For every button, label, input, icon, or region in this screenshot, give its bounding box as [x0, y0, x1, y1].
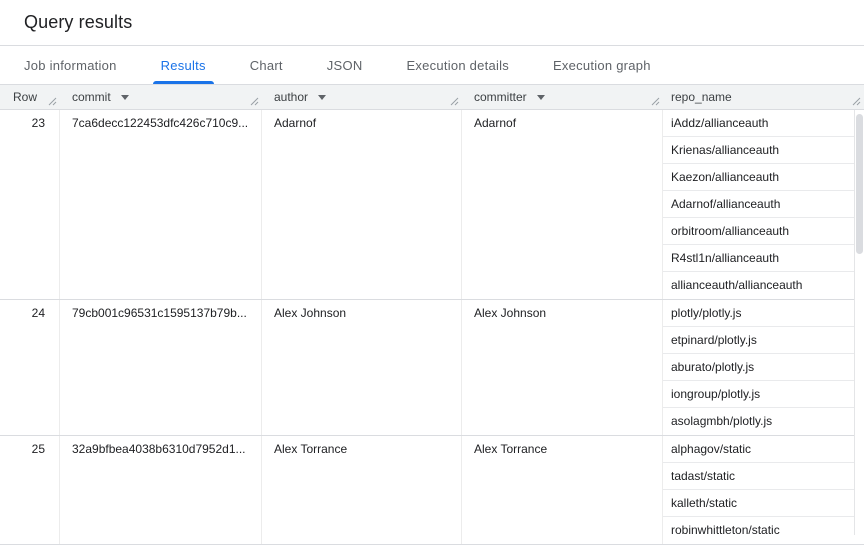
column-header-author[interactable]: author: [262, 85, 462, 109]
column-header-label: commit: [72, 90, 111, 104]
column-header-commit[interactable]: commit: [60, 85, 262, 109]
vertical-scrollbar[interactable]: [854, 110, 864, 535]
repo-name-item: allianceauth/allianceauth: [663, 272, 864, 299]
query-results-panel: Query results Job information Results Ch…: [0, 0, 864, 545]
repo-name-item: tadast/static: [663, 463, 864, 490]
page-title: Query results: [24, 12, 132, 33]
repo-name-item: Adarnof/allianceauth: [663, 191, 864, 218]
author-cell: Alex Torrance: [262, 436, 462, 544]
column-header-row[interactable]: Row: [0, 85, 60, 109]
results-table: Row commit author committer repo_name 23…: [0, 85, 864, 545]
sort-dropdown-icon[interactable]: [318, 95, 326, 100]
repo-name-item: iongroup/plotly.js: [663, 381, 864, 408]
tab-label: Chart: [250, 58, 283, 73]
repo-name-item: asolagmbh/plotly.js: [663, 408, 864, 435]
repo-name-item: plotly/plotly.js: [663, 300, 864, 327]
commit-cell: 7ca6decc122453dfc426c710c9...: [60, 110, 262, 299]
repo-name-item: etpinard/plotly.js: [663, 327, 864, 354]
repo-name-item: Krienas/allianceauth: [663, 137, 864, 164]
repo-name-item: Kaezon/allianceauth: [663, 164, 864, 191]
row-number-cell: 23: [0, 110, 60, 299]
tab-bar: Job information Results Chart JSON Execu…: [0, 46, 864, 85]
repo-name-item: iAddz/allianceauth: [663, 110, 864, 137]
repo-name-item: aburato/plotly.js: [663, 354, 864, 381]
repo-name-item: robinwhittleton/static: [663, 517, 864, 544]
column-header-label: committer: [474, 90, 527, 104]
column-resize-handle[interactable]: [250, 97, 259, 106]
repo-name-item: kalleth/static: [663, 490, 864, 517]
tab-label: Execution graph: [553, 58, 651, 73]
tab-json[interactable]: JSON: [319, 46, 371, 84]
column-header-label: Row: [13, 90, 37, 104]
table-header-row: Row commit author committer repo_name: [0, 85, 864, 110]
tab-results[interactable]: Results: [153, 46, 214, 84]
column-resize-handle[interactable]: [450, 97, 459, 106]
column-header-label: author: [274, 90, 308, 104]
column-header-repo-name[interactable]: repo_name: [663, 85, 864, 109]
tab-label: Job information: [24, 58, 117, 73]
committer-cell: Alex Johnson: [462, 300, 663, 435]
tab-label: Results: [161, 58, 206, 73]
commit-cell: 79cb001c96531c1595137b79b...: [60, 300, 262, 435]
committer-cell: Adarnof: [462, 110, 663, 299]
repo-name-item: R4stl1n/allianceauth: [663, 245, 864, 272]
author-cell: Adarnof: [262, 110, 462, 299]
scrollbar-thumb[interactable]: [856, 114, 863, 254]
column-header-committer[interactable]: committer: [462, 85, 663, 109]
column-resize-handle[interactable]: [651, 97, 660, 106]
active-tab-indicator: [153, 81, 214, 84]
row-number-cell: 24: [0, 300, 60, 435]
repo-name-cell: alphagov/statictadast/statickalleth/stat…: [663, 436, 864, 544]
repo-name-cell: iAddz/allianceauthKrienas/allianceauthKa…: [663, 110, 864, 299]
table-row: 25 32a9bfbea4038b6310d7952d1... Alex Tor…: [0, 436, 864, 545]
author-cell: Alex Johnson: [262, 300, 462, 435]
table-row: 24 79cb001c96531c1595137b79b... Alex Joh…: [0, 300, 864, 436]
table-row: 23 7ca6decc122453dfc426c710c9... Adarnof…: [0, 110, 864, 300]
repo-name-item: alphagov/static: [663, 436, 864, 463]
repo-name-cell: plotly/plotly.jsetpinard/plotly.jsaburat…: [663, 300, 864, 435]
row-number-cell: 25: [0, 436, 60, 544]
repo-name-item: orbitroom/allianceauth: [663, 218, 864, 245]
tab-label: JSON: [327, 58, 363, 73]
commit-cell: 32a9bfbea4038b6310d7952d1...: [60, 436, 262, 544]
table-body: 23 7ca6decc122453dfc426c710c9... Adarnof…: [0, 110, 864, 545]
column-resize-handle[interactable]: [852, 97, 861, 106]
tab-chart[interactable]: Chart: [242, 46, 291, 84]
tab-label: Execution details: [406, 58, 509, 73]
panel-header: Query results: [0, 0, 864, 46]
committer-cell: Alex Torrance: [462, 436, 663, 544]
column-header-label: repo_name: [671, 90, 732, 104]
tab-execution-graph[interactable]: Execution graph: [545, 46, 659, 84]
column-resize-handle[interactable]: [48, 97, 57, 106]
sort-dropdown-icon[interactable]: [537, 95, 545, 100]
tab-job-information[interactable]: Job information: [16, 46, 125, 84]
sort-dropdown-icon[interactable]: [121, 95, 129, 100]
tab-execution-details[interactable]: Execution details: [398, 46, 517, 84]
